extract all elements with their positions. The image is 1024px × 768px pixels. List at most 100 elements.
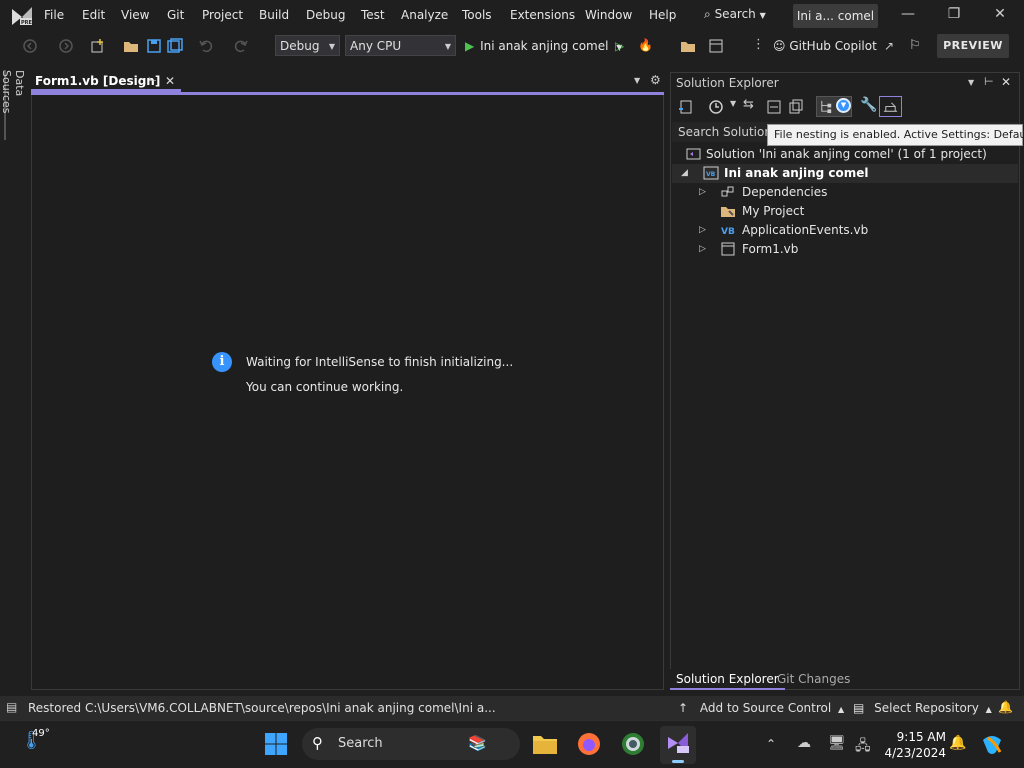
tree-item-label: My Project: [742, 204, 805, 218]
forward-icon[interactable]: [58, 38, 74, 54]
toolbar-overflow-icon[interactable]: ⋮: [752, 37, 765, 52]
standard-toolbar: Debug ▼ Any CPU ▼ ▶ Ini anak anjing comel …: [0, 32, 1024, 60]
open-folder-icon[interactable]: [123, 38, 139, 54]
data-sources-tab[interactable]: Data Sources: [0, 70, 26, 140]
select-repository-button[interactable]: ▤ Select Repository ▲: [853, 701, 992, 715]
feedback-icon[interactable]: ⚐: [909, 38, 921, 53]
chrome-like-browser-icon[interactable]: [621, 732, 645, 756]
menu-tools[interactable]: Tools: [462, 8, 492, 22]
copilot-preview-icon[interactable]: [980, 732, 1004, 756]
menu-git[interactable]: Git: [167, 8, 184, 22]
layout-icon[interactable]: [708, 38, 724, 54]
switch-views-icon[interactable]: [678, 99, 694, 115]
pin-icon[interactable]: ⊢: [984, 75, 994, 88]
collapsed-arrow-icon[interactable]: ▷: [699, 221, 709, 240]
tab-overflow-icon[interactable]: ▼: [634, 76, 640, 85]
add-to-source-control-button[interactable]: ↑ Add to Source Control ▲: [678, 701, 844, 715]
taskbar-search-box[interactable]: ⚲ Search 📚: [302, 728, 520, 760]
network-icon[interactable]: 🖧: [855, 735, 871, 759]
collapsed-arrow-icon[interactable]: ▷: [699, 183, 709, 202]
tree-item-solution[interactable]: Solution 'Ini anak anjing comel' (1 of 1…: [672, 145, 1018, 164]
output-icon[interactable]: ▤: [6, 700, 17, 714]
preview-badge[interactable]: PREVIEW: [937, 34, 1009, 58]
minimize-icon[interactable]: —: [898, 6, 918, 26]
tree-item-label: ApplicationEvents.vb: [742, 223, 869, 237]
tree-item-my-project[interactable]: My Project: [672, 202, 1018, 221]
chevron-up-icon[interactable]: ⌃: [766, 737, 776, 751]
menu-test[interactable]: Test: [361, 8, 385, 22]
windows-start-icon[interactable]: [264, 732, 288, 756]
play-icon: ▶: [465, 39, 475, 53]
info-icon: i: [212, 352, 232, 372]
menu-help[interactable]: Help: [649, 8, 676, 22]
menu-project[interactable]: Project: [202, 8, 243, 22]
collapsed-arrow-icon[interactable]: ▷: [699, 240, 709, 259]
folder-view-icon[interactable]: [680, 38, 696, 54]
arrow-up-icon: ↑: [678, 701, 689, 715]
tab-solution-explorer[interactable]: Solution Explorer: [670, 669, 785, 690]
back-icon[interactable]: [22, 38, 38, 54]
display-icon[interactable]: 🖥: [828, 735, 846, 751]
pin-icon[interactable]: ⊢: [148, 71, 157, 92]
vb-project-icon: VB: [703, 166, 719, 180]
file-nesting-icon: [821, 100, 832, 114]
preview-selected-items-icon: [883, 102, 898, 112]
panel-options-icon[interactable]: ▼: [968, 78, 974, 87]
close-icon[interactable]: ✕: [990, 6, 1010, 26]
preview-selected-items-button[interactable]: [879, 96, 902, 117]
file-nesting-button[interactable]: ▼: [816, 96, 852, 117]
menu-extensions[interactable]: Extensions: [510, 8, 575, 22]
visual-studio-preview-icon: [668, 733, 689, 753]
sync-with-active-document-icon[interactable]: ⇆: [743, 97, 754, 112]
gear-icon[interactable]: ⚙: [650, 73, 661, 87]
restore-icon[interactable]: ❐: [944, 6, 964, 26]
tree-item-application-events[interactable]: ▷ VB ApplicationEvents.vb: [672, 221, 1018, 240]
redo-icon[interactable]: [233, 38, 249, 54]
menu-analyze[interactable]: Analyze: [401, 8, 448, 22]
clock-date: 4/23/2024: [884, 746, 946, 760]
chevron-down-icon: ▼: [759, 11, 766, 20]
visual-studio-preview-taskbar-button[interactable]: [660, 726, 696, 764]
panel-close-icon[interactable]: ✕: [1001, 75, 1011, 89]
clock[interactable]: 9:15 AM 4/23/2024: [880, 729, 946, 761]
notifications-bell-icon[interactable]: 🔔: [998, 700, 1013, 714]
notification-bell-icon[interactable]: 🔔: [949, 735, 966, 751]
properties-wrench-icon[interactable]: 🔧: [860, 97, 877, 113]
collapse-all-icon[interactable]: [766, 99, 782, 115]
tree-item-dependencies[interactable]: ▷ Dependencies: [672, 183, 1018, 202]
menu-debug[interactable]: Debug: [306, 8, 345, 22]
menu-edit[interactable]: Edit: [82, 8, 105, 22]
tree-item-project[interactable]: ◢ VB Ini anak anjing comel: [672, 164, 1018, 183]
menu-file[interactable]: File: [44, 8, 64, 22]
file-explorer-icon[interactable]: [532, 732, 558, 756]
menu-window[interactable]: Window: [585, 8, 632, 22]
firefox-icon[interactable]: [577, 732, 601, 756]
github-copilot-button[interactable]: ☺ GitHub Copilot: [773, 39, 877, 53]
share-icon[interactable]: ↗: [884, 39, 894, 53]
pending-changes-filter-icon[interactable]: [708, 99, 724, 115]
menu-view[interactable]: View: [121, 8, 149, 22]
platform-dropdown[interactable]: Any CPU ▼: [345, 35, 456, 56]
solution-title-pill[interactable]: Ini a... comel: [793, 4, 878, 28]
tree-item-form1[interactable]: ▷ Form1.vb: [672, 240, 1018, 259]
visual-studio-preview-logo: PRE: [12, 7, 33, 26]
save-all-icon[interactable]: [167, 38, 183, 54]
new-project-icon[interactable]: [90, 38, 106, 54]
tab-close-icon[interactable]: ✕: [165, 71, 175, 92]
search-icon: ⌕: [704, 7, 711, 21]
start-without-debugging-icon[interactable]: ▷: [615, 39, 624, 53]
search-button[interactable]: ⌕ Search ▼: [704, 7, 766, 22]
expanded-arrow-icon[interactable]: ◢: [681, 164, 691, 183]
weather-widget[interactable]: 🌡 49°: [20, 728, 50, 751]
hot-reload-icon[interactable]: 🔥: [638, 38, 653, 52]
onedrive-offline-icon[interactable]: ☁: [797, 735, 811, 751]
save-icon[interactable]: [146, 38, 162, 54]
chevron-down-icon[interactable]: ▼: [730, 99, 736, 108]
start-debugging-button[interactable]: ▶ Ini anak anjing comel ▼: [465, 39, 622, 53]
document-tab-form1-design[interactable]: Form1.vb [Design] ⊢ ✕: [31, 71, 181, 92]
menu-build[interactable]: Build: [259, 8, 289, 22]
tab-git-changes[interactable]: Git Changes: [771, 669, 856, 690]
configuration-dropdown[interactable]: Debug ▼: [275, 35, 340, 56]
undo-icon[interactable]: [198, 38, 214, 54]
show-all-files-icon[interactable]: [788, 99, 804, 115]
